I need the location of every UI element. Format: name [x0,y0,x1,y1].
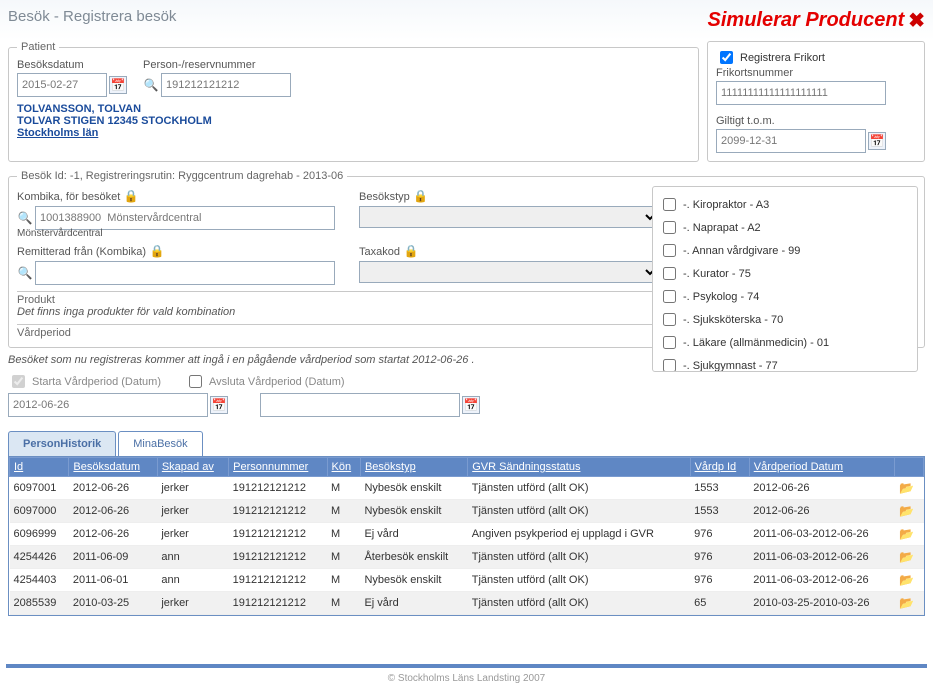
calendar-icon[interactable]: 📅 [868,132,886,150]
besokstyp-select[interactable] [359,206,659,228]
vg-checkbox[interactable] [663,313,676,326]
vardgivarkategori-item[interactable]: -. Kiropraktor - A3 [659,193,909,216]
frikortsnummer-input[interactable] [716,81,886,105]
col-vardp-id[interactable]: Vårdp Id [690,458,749,477]
giltigt-tom-input[interactable] [716,129,866,153]
lock-icon: 🔒 [149,243,165,259]
open-folder-icon[interactable]: 📂 [899,595,915,611]
col-kon[interactable]: Kön [327,458,360,477]
registrera-frikort-label: Registrera Frikort [740,52,825,64]
avsluta-vardperiod-checkbox[interactable] [189,375,202,388]
vardperiod-label: Vårdperiod [17,327,71,339]
kombika-input[interactable] [35,206,335,230]
vardgivarkategori-item[interactable]: -. Annan vårdgivare - 99 [659,239,909,262]
search-icon[interactable]: 🔍 [143,77,159,93]
vardgivarkategori-legend: Vårdgivarkategori [659,186,753,187]
frikortsnummer-label: Frikortsnummer [716,67,916,79]
lock-icon: 🔒 [413,188,429,204]
taxakod-select[interactable] [359,261,659,283]
remitterad-label: Remitterad från (Kombika) 🔒 [17,243,347,259]
col-id[interactable]: Id [10,458,69,477]
besoksdatum-input[interactable] [17,73,107,97]
page-title: Besök - Registrera besök [8,8,176,25]
search-icon[interactable]: 🔍 [17,265,33,281]
patient-fieldset: Patient Besöksdatum 📅 Person-/reservnumm… [8,41,699,162]
col-vardperiod-datum[interactable]: Vårdperiod Datum [749,458,894,477]
search-icon[interactable]: 🔍 [17,210,33,226]
personnr-label: Person-/reservnummer [143,59,291,71]
footer-text: © Stockholms Läns Landsting 2007 [0,673,933,684]
avsluta-vardperiod-label: Avsluta Vårdperiod (Datum) [209,376,345,388]
vardgivarkategori-item[interactable]: -. Kurator - 75 [659,262,909,285]
tab-personhistorik[interactable]: PersonHistorik [8,431,116,456]
besoksdatum-label: Besöksdatum [17,59,127,71]
col-besokstyp[interactable]: Besökstyp [360,458,467,477]
col-besoksdatum[interactable]: Besöksdatum [69,458,157,477]
lock-icon: 🔒 [123,188,139,204]
patient-lan-link[interactable]: Stockholms län [17,127,690,139]
personnr-input[interactable] [161,73,291,97]
starta-vardperiod-checkbox [12,375,25,388]
open-folder-icon[interactable]: 📂 [899,526,915,542]
col-skapad-av[interactable]: Skapad av [157,458,228,477]
open-folder-icon[interactable]: 📂 [899,503,915,519]
table-row[interactable]: 60969992012-06-26jerker191212121212MEj v… [10,523,924,546]
vg-checkbox[interactable] [663,244,676,257]
vardgivarkategori-list: Vårdgivarkategori -. Kiropraktor - A3 -.… [652,186,918,372]
vg-checkbox[interactable] [663,198,676,211]
besok-legend: Besök Id: -1, Registreringsrutin: Ryggce… [17,170,347,182]
besok-fieldset: Besök Id: -1, Registreringsrutin: Ryggce… [8,170,925,348]
vardgivarkategori-item[interactable]: -. Läkare (allmänmedicin) - 01 [659,331,909,354]
registrera-frikort-checkbox[interactable] [720,51,733,64]
history-table: Id Besöksdatum Skapad av Personnummer Kö… [9,457,924,615]
open-folder-icon[interactable]: 📂 [899,549,915,565]
simulator-banner: Simulerar Producent ✖ [708,8,925,33]
taxakod-label: Taxakod 🔒 [359,243,659,259]
vardgivarkategori-item[interactable]: -. Sjukgymnast - 77 [659,354,909,372]
besokstyp-label: Besökstyp 🔒 [359,188,659,204]
frikort-fieldset: Registrera Frikort Frikortsnummer Giltig… [707,41,925,162]
tab-minabesok[interactable]: MinaBesök [118,431,202,456]
remitterad-input[interactable] [35,261,335,285]
vardgivarkategori-item[interactable]: -. Naprapat - A2 [659,216,909,239]
calendar-icon[interactable]: 📅 [462,396,480,414]
lock-icon: 🔒 [403,243,419,259]
patient-address: TOLVAR STIGEN 12345 STOCKHOLM [17,115,690,127]
col-personnummer[interactable]: Personnummer [229,458,327,477]
kombika-label: Kombika, för besöket 🔒 [17,188,347,204]
vg-checkbox[interactable] [663,359,676,372]
starta-vardperiod-input[interactable] [8,393,208,417]
table-row[interactable]: 20855392010-03-25jerker191212121212MEj v… [10,592,924,615]
vg-checkbox[interactable] [663,267,676,280]
table-row[interactable]: 60970002012-06-26jerker191212121212MNybe… [10,500,924,523]
col-gvr[interactable]: GVR Sändningsstatus [468,458,690,477]
open-folder-icon[interactable]: 📂 [899,480,915,496]
table-row[interactable]: 42544262011-06-09ann191212121212MÅterbes… [10,546,924,569]
calendar-icon[interactable]: 📅 [210,396,228,414]
table-row[interactable]: 60970012012-06-26jerker191212121212MNybe… [10,477,924,500]
avsluta-vardperiod-input[interactable] [260,393,460,417]
starta-vardperiod-label: Starta Vårdperiod (Datum) [32,376,161,388]
vardgivarkategori-item[interactable]: -. Psykolog - 74 [659,285,909,308]
giltigt-tom-label: Giltigt t.o.m. [716,115,916,127]
vg-checkbox[interactable] [663,290,676,303]
vg-checkbox[interactable] [663,336,676,349]
calendar-icon[interactable]: 📅 [109,76,127,94]
patient-legend: Patient [17,41,59,53]
patient-name: TOLVANSSON, TOLVAN [17,103,690,115]
open-folder-icon[interactable]: 📂 [899,572,915,588]
vg-checkbox[interactable] [663,221,676,234]
vardgivarkategori-item[interactable]: -. Sjuksköterska - 70 [659,308,909,331]
produkt-label: Produkt [17,294,55,306]
close-icon[interactable]: ✖ [908,8,925,33]
table-row[interactable]: 42544032011-06-01ann191212121212MNybesök… [10,569,924,592]
